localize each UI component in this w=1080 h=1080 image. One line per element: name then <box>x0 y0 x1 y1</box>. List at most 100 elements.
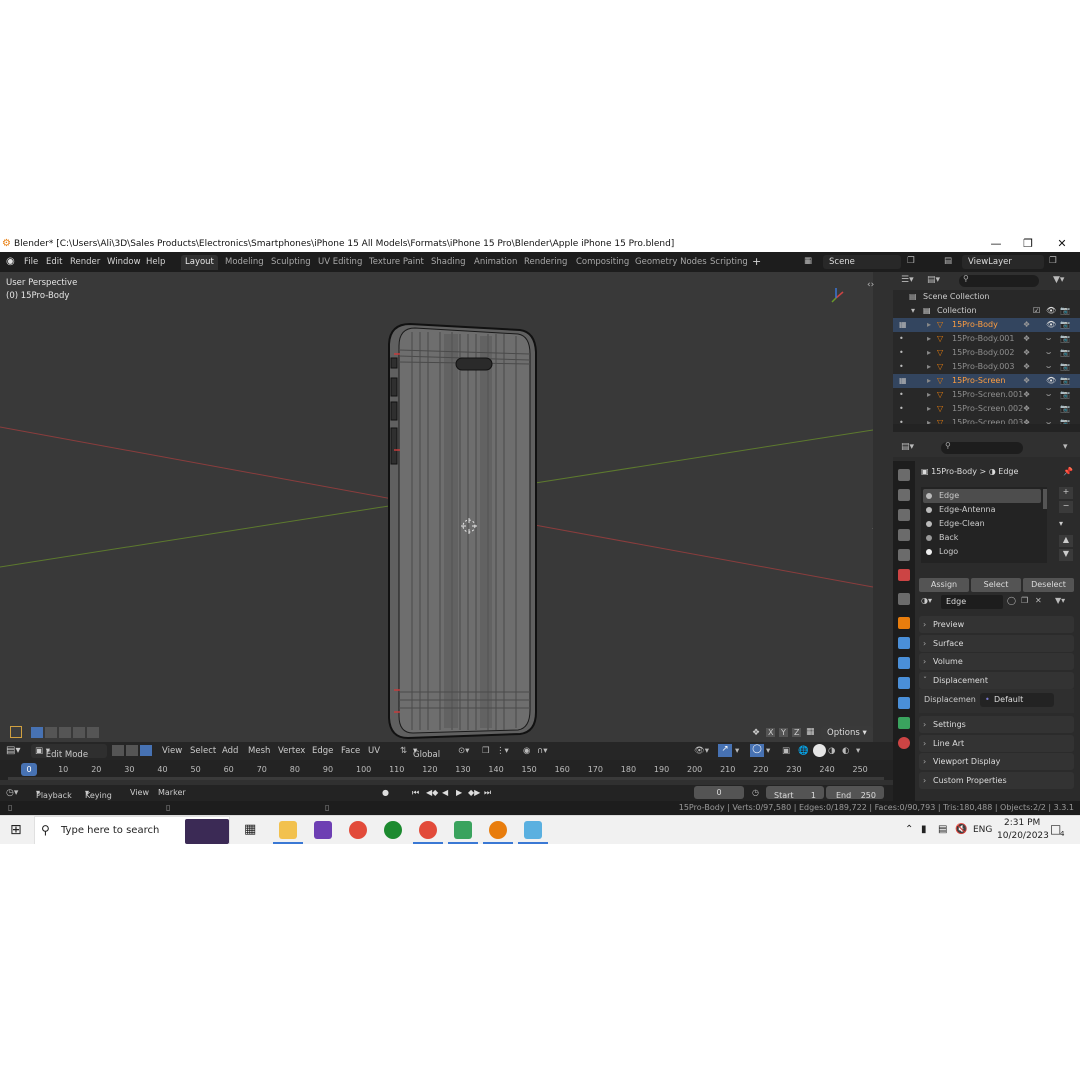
app-icon-blue[interactable] <box>524 821 542 839</box>
shading-rendered-icon[interactable]: ◐ <box>842 746 849 756</box>
physics-tab-icon[interactable] <box>898 677 910 689</box>
material-name-field[interactable]: Edge <box>941 595 1003 609</box>
tab-geometry-nodes[interactable]: Geometry Nodes <box>631 255 711 270</box>
tab-rendering[interactable]: Rendering <box>520 255 571 270</box>
shading-solid-icon[interactable] <box>813 744 826 757</box>
current-frame-marker[interactable]: 0 <box>21 763 37 776</box>
outliner-item[interactable]: • ▸ ▽ 15Pro-Body.003 ❖ ⌣ 📷 <box>893 360 1080 374</box>
auto-merge-icon[interactable]: ▦ <box>806 727 815 737</box>
panel-surface[interactable]: › Surface <box>919 635 1074 652</box>
outliner-item[interactable]: • ▸ ▽ 15Pro-Body.001 ❖ ⌣ 📷 <box>893 332 1080 346</box>
scene-selector[interactable]: Scene <box>823 255 901 269</box>
duplicate-material-icon[interactable]: ❐ <box>1021 596 1028 605</box>
menu-view[interactable]: View <box>162 746 182 756</box>
select-tool-icon[interactable] <box>10 726 22 738</box>
assign-button[interactable]: Assign <box>919 578 969 592</box>
3d-viewport[interactable]: User Perspective (0) 15Pro-Body ‹› ❖ X Y… <box>0 272 874 742</box>
outliner-search-input[interactable]: ⚲ <box>959 274 1039 287</box>
fake-user-icon[interactable]: ◯ <box>1007 596 1016 605</box>
play-icon[interactable]: ▶ <box>456 788 462 797</box>
panel-settings[interactable]: › Settings <box>919 716 1074 733</box>
collection-row[interactable]: ▾ ▤ Collection ☑ 👁 📷 <box>893 304 1080 318</box>
tab-layout[interactable]: Layout <box>181 255 218 270</box>
select-mode-invert-icon[interactable] <box>73 727 85 738</box>
object-select-icon[interactable]: ▦ <box>899 318 907 332</box>
mirror-icon[interactable]: ❖ <box>752 728 760 738</box>
transform-orientation-dropdown[interactable]: Global ▾ <box>413 746 440 760</box>
panel-line-art[interactable]: › Line Art <box>919 735 1074 752</box>
render-icon[interactable]: 📷 <box>1060 346 1070 360</box>
timeline-view-menu[interactable]: View <box>130 788 149 797</box>
clock-time[interactable]: 2:31 PM <box>1004 818 1040 828</box>
object-tab-icon[interactable] <box>898 617 910 629</box>
select-mode-intersect-icon[interactable] <box>87 727 99 738</box>
taskbar-search-box[interactable]: ⚲ Type here to search <box>34 816 230 844</box>
tab-scripting[interactable]: Scripting <box>706 255 752 270</box>
xray-icon[interactable]: ▣ <box>782 746 790 756</box>
expand-icon[interactable]: ▸ <box>927 388 931 402</box>
transform-orientation-icon[interactable]: ⇅ <box>400 746 407 756</box>
volume-icon[interactable]: 🔇 <box>955 824 967 835</box>
move-slot-up-button[interactable]: ▲ <box>1059 535 1073 547</box>
displacement-dropdown[interactable]: • Default <box>980 693 1054 707</box>
material-slot[interactable]: Logo <box>923 545 1041 559</box>
scene-icon[interactable]: ▦ <box>804 256 812 266</box>
chrome-icon[interactable] <box>349 821 367 839</box>
shading-material-icon[interactable]: ◑ <box>828 746 835 756</box>
keying-menu[interactable]: Keying ▾ <box>85 788 112 800</box>
slot-specials-icon[interactable]: ▾ <box>1059 519 1063 528</box>
constraints-tab-icon[interactable] <box>898 697 910 709</box>
jump-keyframe-back-icon[interactable]: ◀◆ <box>426 788 438 797</box>
app-icon-green[interactable] <box>454 821 472 839</box>
menu-edge[interactable]: Edge <box>312 746 333 756</box>
outliner-item[interactable]: ▦ ▸ ▽ 15Pro-Body ❖ 👁 📷 <box>893 318 1080 332</box>
visibility-icon[interactable]: 👁 <box>1046 318 1056 332</box>
face-select-icon[interactable] <box>140 745 152 756</box>
overlays-dropdown-icon[interactable]: ▾ <box>766 746 770 756</box>
menu-help[interactable]: Help <box>146 257 165 267</box>
tab-modeling[interactable]: Modeling <box>221 255 268 270</box>
menu-mesh[interactable]: Mesh <box>248 746 270 756</box>
tab-compositing[interactable]: Compositing <box>572 255 633 270</box>
object-select-icon[interactable]: • <box>899 360 904 374</box>
menu-add[interactable]: Add <box>222 746 238 756</box>
outliner-item[interactable]: • ▸ ▽ 15Pro-Screen.001 ❖ ⌣ 📷 <box>893 388 1080 402</box>
marker-menu[interactable]: Marker <box>158 788 186 797</box>
shading-wireframe-icon[interactable]: 🌐 <box>798 746 809 756</box>
snap-icon[interactable]: ❒ <box>482 746 490 756</box>
new-view-layer-icon[interactable]: ❐ <box>1049 256 1057 266</box>
view-layer-icon[interactable]: ▤ <box>944 256 952 266</box>
expand-icon[interactable]: ▸ <box>927 346 931 360</box>
tab-shading[interactable]: Shading <box>427 255 470 270</box>
material-slot[interactable]: Edge <box>923 489 1041 503</box>
select-mode-new-icon[interactable] <box>31 727 43 738</box>
expand-icon[interactable]: ▸ <box>927 402 931 416</box>
object-select-icon[interactable]: • <box>899 402 904 416</box>
proportional-edit-icon[interactable]: ◉ <box>523 746 530 756</box>
vertex-select-icon[interactable] <box>112 745 124 756</box>
hidden-icon[interactable]: ⌣ <box>1046 346 1051 360</box>
end-frame-field[interactable]: End 250 <box>826 786 884 800</box>
outliner-item[interactable]: • ▸ ▽ 15Pro-Screen.002 ❖ ⌣ 📷 <box>893 402 1080 416</box>
scene-collection-row[interactable]: ▤ Scene Collection <box>893 290 1080 304</box>
material-browse-icon[interactable]: ◑▾ <box>921 596 932 605</box>
battery-icon[interactable]: ▮ <box>921 824 927 835</box>
expand-icon[interactable]: ▸ <box>927 332 931 346</box>
collapse-sidebar-icon[interactable]: ‹› <box>867 280 874 290</box>
menu-file[interactable]: File <box>24 257 38 267</box>
menu-vertex[interactable]: Vertex <box>278 746 305 756</box>
close-button[interactable]: ✕ <box>1047 236 1077 252</box>
properties-search-input[interactable]: ⚲ <box>941 441 1023 454</box>
object-select-icon[interactable]: • <box>899 388 904 402</box>
object-select-icon[interactable]: ▦ <box>899 374 907 388</box>
add-workspace-button[interactable]: + <box>752 255 761 268</box>
slot-list-scrollbar[interactable] <box>1043 489 1047 509</box>
display-mode-icon[interactable]: ▤▾ <box>927 275 940 285</box>
properties-editor-icon[interactable]: ▤▾ <box>901 442 914 452</box>
view-layer-selector[interactable]: ViewLayer <box>962 255 1044 269</box>
modifier-tab-icon[interactable] <box>898 637 910 649</box>
outliner-item[interactable]: • ▸ ▽ 15Pro-Body.002 ❖ ⌣ 📷 <box>893 346 1080 360</box>
collection-tab-icon[interactable] <box>898 593 910 605</box>
material-tab-icon[interactable] <box>898 737 910 749</box>
panel-volume[interactable]: › Volume <box>919 653 1074 670</box>
